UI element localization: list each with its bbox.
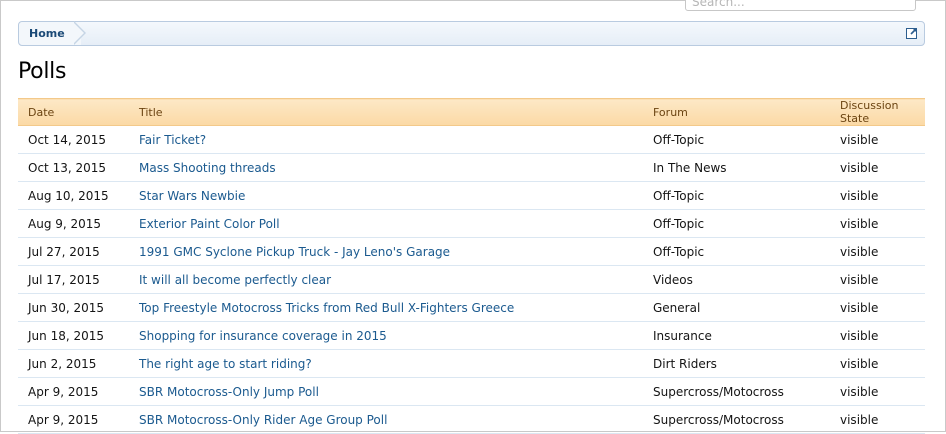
column-header-date: Date [18, 98, 129, 126]
poll-title-cell: The right age to start riding? [129, 349, 643, 378]
poll-discussion-state: visible [830, 405, 925, 434]
poll-discussion-state: visible [830, 209, 925, 238]
poll-discussion-state: visible [830, 321, 925, 350]
poll-title-cell: Top Freestyle Motocross Tricks from Red … [129, 293, 643, 322]
poll-date: Oct 14, 2015 [18, 125, 129, 154]
poll-discussion-state: visible [830, 265, 925, 294]
table-body: Oct 14, 2015 Fair Ticket? Off-Topic visible… [18, 125, 925, 434]
table-row: Aug 9, 2015 Exterior Paint Color Poll Off-… [18, 209, 925, 238]
poll-title-cell: Shopping for insurance coverage in 2015 [129, 321, 643, 350]
search-input[interactable]: Search... [685, 0, 916, 11]
poll-date: Aug 9, 2015 [18, 209, 129, 238]
poll-title-link[interactable]: Shopping for insurance coverage in 2015 [139, 329, 387, 343]
poll-title-link[interactable]: Fair Ticket? [139, 133, 206, 147]
table-row: Oct 14, 2015 Fair Ticket? Off-Topic visible [18, 125, 925, 154]
table-row: Aug 10, 2015 Star Wars Newbie Off-Topic vis… [18, 181, 925, 210]
poll-discussion-state: visible [830, 125, 925, 154]
poll-discussion-state: visible [830, 377, 925, 406]
poll-title-link[interactable]: It will all become perfectly clear [139, 273, 331, 287]
poll-forum: Videos [643, 265, 830, 294]
poll-discussion-state: visible [830, 181, 925, 210]
poll-discussion-state: visible [830, 237, 925, 266]
poll-forum: Supercross/Motocross [643, 377, 830, 406]
poll-title-link[interactable]: Exterior Paint Color Poll [139, 217, 280, 231]
poll-discussion-state: visible [830, 153, 925, 182]
poll-forum: Off-Topic [643, 125, 830, 154]
poll-title-link[interactable]: 1991 GMC Syclone Pickup Truck - Jay Leno… [139, 245, 450, 259]
poll-forum: Off-Topic [643, 181, 830, 210]
table-row: Apr 9, 2015 SBR Motocross-Only Jump Poll S… [18, 377, 925, 406]
poll-date: Jul 27, 2015 [18, 237, 129, 266]
table-row: Jul 17, 2015 It will all become perfectly… [18, 265, 925, 294]
page-frame: Search... Home Polls Date Title Forum Di… [0, 0, 946, 434]
table-header-row: Date Title Forum Discussion State [18, 98, 925, 126]
table-row: Jun 18, 2015 Shopping for insurance cover… [18, 321, 925, 350]
column-header-title: Title [129, 98, 643, 126]
poll-forum: Off-Topic [643, 209, 830, 238]
table-row: Jun 2, 2015 The right age to start riding… [18, 349, 925, 378]
poll-title-cell: Star Wars Newbie [129, 181, 643, 210]
poll-title-link[interactable]: The right age to start riding? [139, 357, 312, 371]
polls-table: Date Title Forum Discussion State Oct 14… [18, 98, 925, 434]
page-title: Polls [18, 59, 67, 84]
poll-title-link[interactable]: Top Freestyle Motocross Tricks from Red … [139, 301, 514, 315]
poll-date: Jun 2, 2015 [18, 349, 129, 378]
table-row: Jun 30, 2015 Top Freestyle Motocross Tric… [18, 293, 925, 322]
poll-title-cell: SBR Motocross-Only Jump Poll [129, 377, 643, 406]
poll-title-cell: Exterior Paint Color Poll [129, 209, 643, 238]
breadcrumb: Home [18, 21, 925, 46]
poll-date: Aug 10, 2015 [18, 181, 129, 210]
poll-title-link[interactable]: SBR Motocross-Only Jump Poll [139, 385, 319, 399]
poll-title-link[interactable]: Star Wars Newbie [139, 189, 245, 203]
breadcrumb-home[interactable]: Home [19, 22, 81, 45]
table-row: Apr 9, 2015 SBR Motocross-Only Rider Age … [18, 405, 925, 434]
poll-discussion-state: visible [830, 349, 925, 378]
poll-title-cell: Mass Shooting threads [129, 153, 643, 182]
poll-date: Apr 9, 2015 [18, 377, 129, 406]
poll-discussion-state: visible [830, 293, 925, 322]
poll-date: Jul 17, 2015 [18, 265, 129, 294]
poll-title-cell: 1991 GMC Syclone Pickup Truck - Jay Leno… [129, 237, 643, 266]
poll-title-link[interactable]: Mass Shooting threads [139, 161, 276, 175]
table-row: Jul 27, 2015 1991 GMC Syclone Pickup Truc… [18, 237, 925, 266]
poll-forum: In The News [643, 153, 830, 182]
poll-title-cell: It will all become perfectly clear [129, 265, 643, 294]
poll-forum: Off-Topic [643, 237, 830, 266]
poll-date: Jun 30, 2015 [18, 293, 129, 322]
poll-date: Apr 9, 2015 [18, 405, 129, 434]
poll-title-link[interactable]: SBR Motocross-Only Rider Age Group Poll [139, 413, 387, 427]
poll-forum: Dirt Riders [643, 349, 830, 378]
poll-forum: Supercross/Motocross [643, 405, 830, 434]
external-link-icon[interactable] [906, 27, 918, 39]
poll-forum: Insurance [643, 321, 830, 350]
poll-date: Jun 18, 2015 [18, 321, 129, 350]
poll-date: Oct 13, 2015 [18, 153, 129, 182]
poll-title-cell: SBR Motocross-Only Rider Age Group Poll [129, 405, 643, 434]
poll-title-cell: Fair Ticket? [129, 125, 643, 154]
column-header-forum: Forum [643, 98, 830, 126]
poll-forum: General [643, 293, 830, 322]
column-header-discussion-state: Discussion State [830, 98, 925, 126]
table-row: Oct 13, 2015 Mass Shooting threads In The … [18, 153, 925, 182]
